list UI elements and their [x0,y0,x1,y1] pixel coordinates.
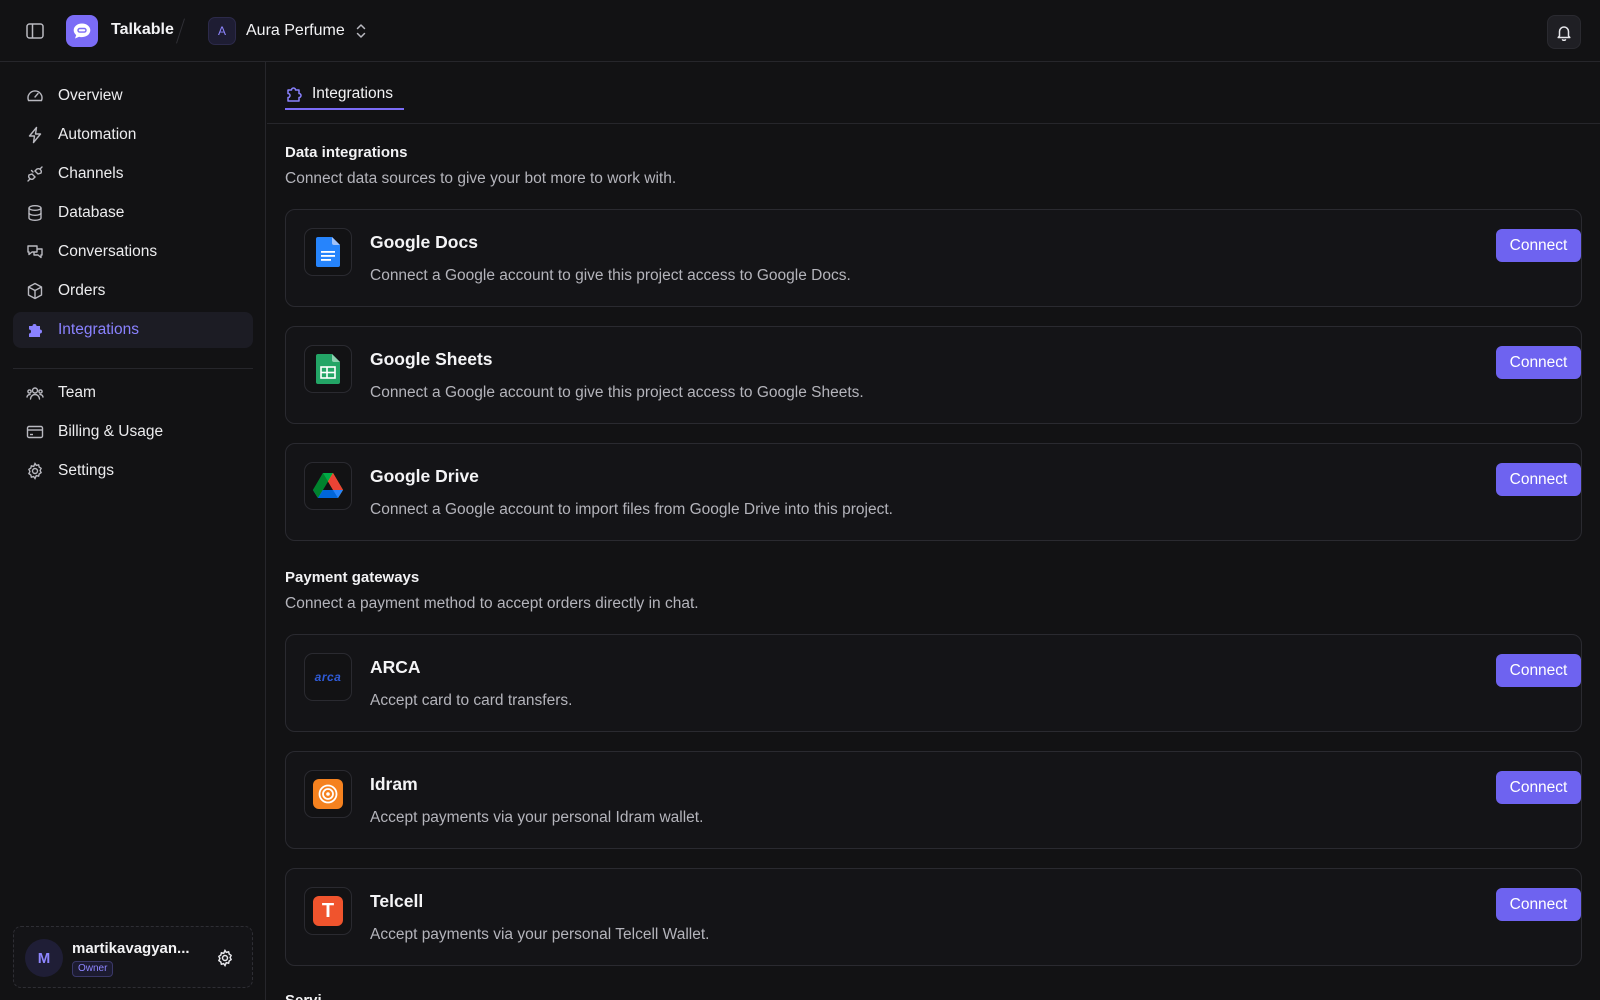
integration-card-arca: arca ARCA Accept card to card transfers.… [285,634,1582,732]
gear-icon [216,949,234,967]
tab-label: Integrations [312,85,393,102]
sidebar-toggle-icon[interactable] [24,20,46,42]
main-content: Integrations Data integrations Connect d… [267,62,1600,1000]
connect-google-docs-button[interactable]: Connect [1496,229,1581,262]
integration-description: Connect a Google account to give this pr… [370,384,864,401]
connect-idram-button[interactable]: Connect [1496,771,1581,804]
project-avatar: A [208,17,236,45]
connect-arca-button[interactable]: Connect [1496,654,1581,687]
database-icon [26,204,44,222]
bolt-icon [26,126,44,144]
sidebar-item-database[interactable]: Database [13,195,253,231]
plug-icon [26,165,44,183]
arca-logo-icon: arca [304,653,352,701]
arca-logo-text: arca [314,670,342,684]
sidebar-item-orders[interactable]: Orders [13,273,253,309]
user-card[interactable]: M martikavagyan... Owner [13,926,253,988]
connect-google-sheets-button[interactable]: Connect [1496,346,1581,379]
telcell-logo-text: T [321,899,335,922]
sidebar-item-label: Billing & Usage [58,423,164,440]
user-name: martikavagyan... [72,940,190,957]
google-sheets-icon [304,345,352,393]
sidebar-item-conversations[interactable]: Conversations [13,234,253,270]
sidebar: Overview Automation Channels Database Co… [0,62,266,1000]
connect-telcell-button[interactable]: Connect [1496,888,1581,921]
sidebar-item-label: Automation [58,126,137,143]
idram-logo-icon [304,770,352,818]
sidebar-item-label: Conversations [58,243,158,260]
sidebar-item-label: Overview [58,87,123,104]
chat-bubbles-icon [26,243,44,261]
credit-card-icon [26,423,44,441]
section-title-payments: Payment gateways [285,569,420,586]
integration-name: Idram [370,774,418,794]
integration-card-google-drive: Google Drive Connect a Google account to… [285,443,1582,541]
role-badge: Owner [72,961,114,977]
section-title-partial: Servi [285,992,322,1000]
talkable-logo-icon [66,15,98,47]
active-tab-indicator [285,108,404,110]
sidebar-item-integrations[interactable]: Integrations [13,312,253,348]
puzzle-icon [26,321,44,339]
breadcrumb-separator [176,18,185,44]
top-bar: Talkable A Aura Perfume [0,0,1600,62]
sidebar-item-overview[interactable]: Overview [13,78,253,114]
google-drive-icon [304,462,352,510]
chevron-up-down-icon [355,22,367,40]
google-docs-icon [304,228,352,276]
integration-card-google-docs: Google Docs Connect a Google account to … [285,209,1582,307]
sidebar-item-label: Channels [58,165,124,182]
tab-integrations[interactable]: Integrations [285,78,402,110]
integration-name: Google Sheets [370,349,493,369]
connect-google-drive-button[interactable]: Connect [1496,463,1581,496]
sidebar-item-team[interactable]: Team [13,375,253,411]
sidebar-item-automation[interactable]: Automation [13,117,253,153]
tab-bar: Integrations [267,62,1600,124]
user-settings-button[interactable] [214,947,236,969]
integration-card-idram: Idram Accept payments via your personal … [285,751,1582,849]
section-description-payments: Connect a payment method to accept order… [285,595,699,612]
notifications-button[interactable] [1547,15,1581,49]
sidebar-item-label: Team [58,384,96,401]
integration-name: Telcell [370,891,424,911]
sidebar-item-label: Integrations [58,321,139,338]
integration-description: Connect a Google account to give this pr… [370,267,851,284]
sidebar-item-settings[interactable]: Settings [13,453,253,489]
integration-name: Google Drive [370,466,479,486]
gear-icon [26,462,44,480]
sidebar-item-label: Database [58,204,125,221]
project-switcher[interactable]: A Aura Perfume [208,16,367,46]
puzzle-icon [285,85,303,103]
integration-card-telcell: T Telcell Accept payments via your perso… [285,868,1582,966]
integration-name: ARCA [370,657,421,677]
project-name: Aura Perfume [246,22,345,39]
sidebar-item-label: Orders [58,282,106,299]
box-icon [26,282,44,300]
integration-description: Accept payments via your personal Idram … [370,809,704,826]
integration-name: Google Docs [370,232,478,252]
sidebar-item-billing[interactable]: Billing & Usage [13,414,253,450]
integration-description: Accept card to card transfers. [370,692,573,709]
avatar: M [25,939,63,977]
integration-card-google-sheets: Google Sheets Connect a Google account t… [285,326,1582,424]
gauge-icon [26,87,44,105]
sidebar-divider [13,368,253,369]
integration-description: Accept payments via your personal Telcel… [370,926,710,943]
telcell-logo-icon: T [304,887,352,935]
sidebar-item-channels[interactable]: Channels [13,156,253,192]
sidebar-item-label: Settings [58,462,115,479]
app-name: Talkable [111,21,174,38]
bell-icon [1556,24,1572,41]
section-description-data: Connect data sources to give your bot mo… [285,170,677,187]
users-icon [26,384,44,402]
integration-description: Connect a Google account to import files… [370,501,893,518]
section-title-data: Data integrations [285,144,408,161]
